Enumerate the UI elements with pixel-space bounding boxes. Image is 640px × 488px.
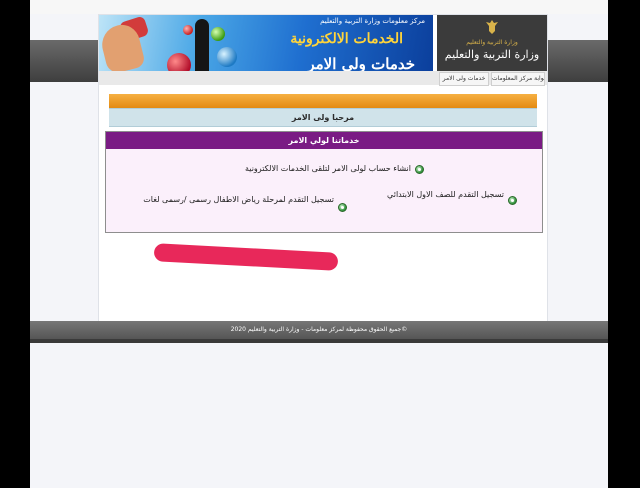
service-create-account[interactable]: انشاء حساب لولى الامر لتلقى الخدمات الال… xyxy=(186,162,411,176)
logo-name: وزارة التربية والتعليم xyxy=(444,48,540,61)
small-red-orb xyxy=(183,25,193,35)
bullet-icon xyxy=(508,196,517,205)
eagle-icon xyxy=(486,20,498,34)
services-panel: خدماتنا لولي الامر انشاء حساب لولى الامر… xyxy=(105,131,543,233)
nav-tab-info-portal[interactable]: بوابة مركز المعلومات xyxy=(491,72,545,86)
blue-orb xyxy=(217,47,237,67)
services-header: خدماتنا لولي الامر xyxy=(106,132,542,149)
banner-title: الخدمات الالكترونية xyxy=(290,31,403,47)
ministry-logo[interactable]: وزارة التربية والتعليم وزارة التربية وال… xyxy=(437,15,547,71)
bullet-icon xyxy=(415,165,424,174)
header-stripe-right xyxy=(546,40,608,82)
green-orb xyxy=(211,27,225,41)
nav-tab-parent-services[interactable]: خدمات ولى الامر xyxy=(439,72,489,86)
orange-bar xyxy=(109,94,537,108)
bullet-icon xyxy=(338,203,347,212)
service-kindergarten-registration[interactable]: تسجيل التقدم لمرحلة رياض الاطفال رسمى /ر… xyxy=(124,193,334,207)
footer-copyright: جميع الحقوق محفوظة لمركز معلومات - وزارة… xyxy=(230,326,408,333)
page-content: مركز معلومات وزارة التربية والتعليم الخد… xyxy=(98,14,548,326)
service-first-primary-registration[interactable]: تسجيل التقدم للصف الاول الابتدائي xyxy=(372,188,504,202)
footer-bottom-line xyxy=(30,339,608,343)
logo-tagline: وزارة التربية والتعليم xyxy=(466,39,518,46)
top-strip xyxy=(30,0,608,14)
header-stripe-left xyxy=(30,40,98,82)
welcome-bar: مرحبا ولى الامر xyxy=(109,108,537,127)
banner-subtitle: مركز معلومات وزارة التربية والتعليم xyxy=(320,17,425,25)
browser-window: مركز معلومات وزارة التربية والتعليم الخد… xyxy=(30,0,608,488)
